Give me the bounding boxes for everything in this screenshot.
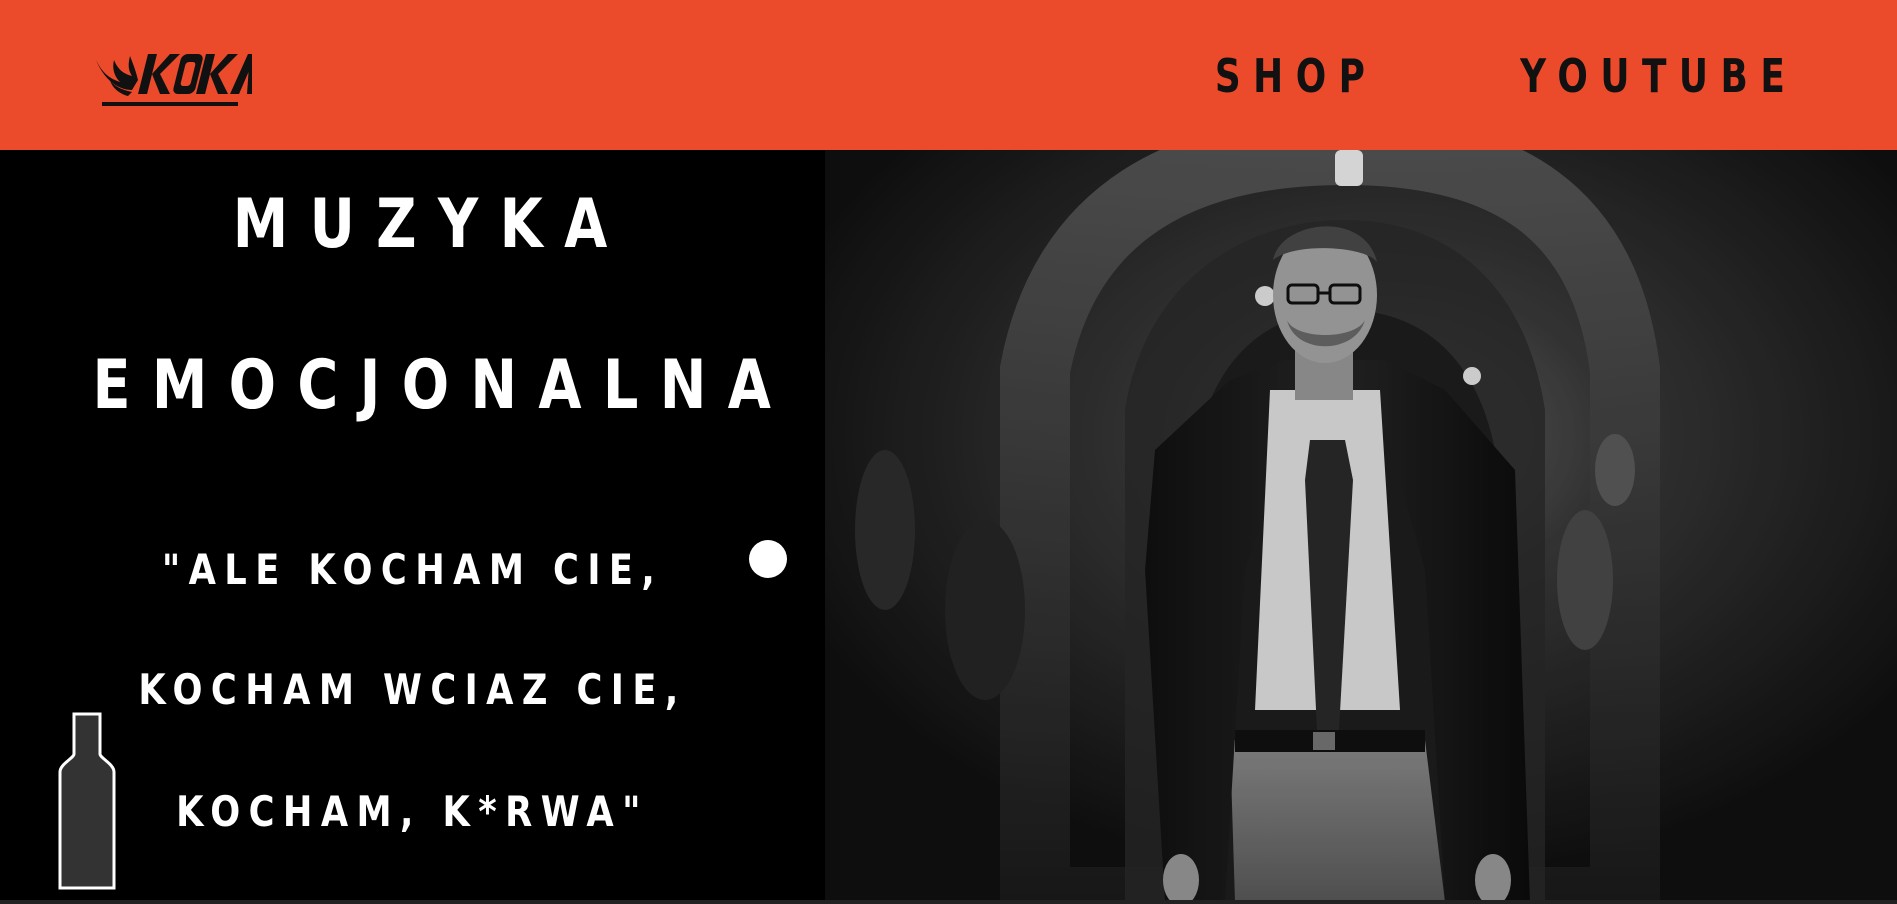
main-nav: SHOP YOUTUBE xyxy=(1169,48,1797,104)
koka-logo[interactable] xyxy=(92,46,259,112)
hero-text-panel: MUZYKA EMOCJONALNA "ALE KOCHAM CIE, KOCH… xyxy=(0,150,825,902)
quote-line-3: KOCHAM, K*RWA" xyxy=(176,787,649,836)
nav-youtube-link[interactable]: YOUTUBE xyxy=(1520,48,1797,104)
slider-dot-button[interactable] xyxy=(749,540,787,578)
quote-line-1: "ALE KOCHAM CIE, xyxy=(161,545,664,594)
nav-shop-link[interactable]: SHOP xyxy=(1215,48,1378,104)
site-header: SHOP YOUTUBE xyxy=(0,0,1897,150)
quote-line-2: KOCHAM WCIAZ CIE, xyxy=(138,665,687,714)
headline-line-1: MUZYKA xyxy=(232,185,629,264)
headline-line-2: EMOCJONALNA xyxy=(92,346,793,425)
bottom-strip xyxy=(0,900,1897,904)
bottle-icon xyxy=(56,712,118,892)
hero-photo xyxy=(825,150,1897,902)
